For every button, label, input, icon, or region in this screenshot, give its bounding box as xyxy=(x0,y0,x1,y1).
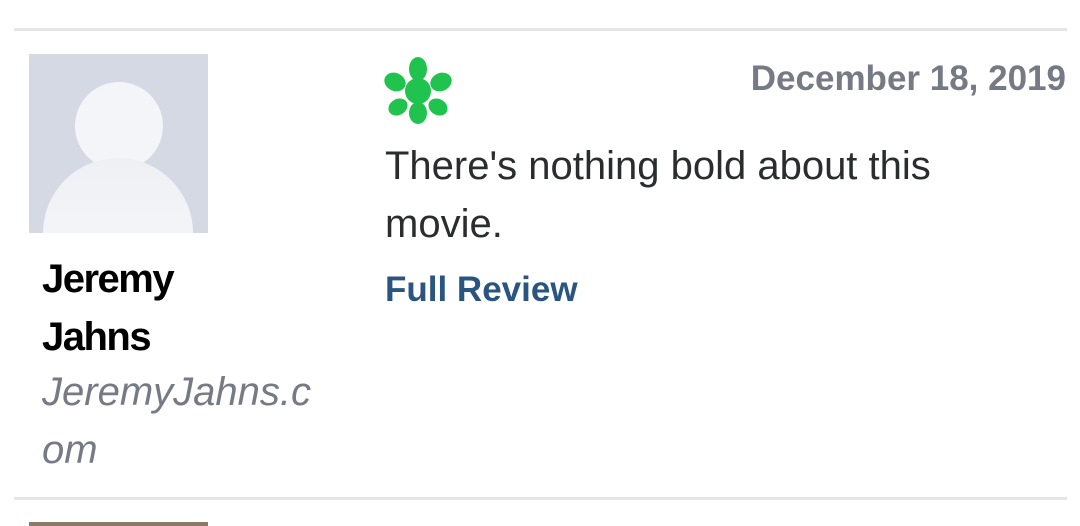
critic-name[interactable]: Jeremy Jahns xyxy=(42,250,242,366)
next-critic-avatar[interactable] xyxy=(29,522,208,526)
review-date: December 18, 2019 xyxy=(750,59,1066,98)
critic-avatar[interactable] xyxy=(29,54,208,233)
rotten-splat-icon xyxy=(384,57,452,124)
avatar-placeholder-head xyxy=(75,82,163,170)
full-review-link[interactable]: Full Review xyxy=(385,268,578,312)
avatar-placeholder-body xyxy=(43,158,193,233)
divider xyxy=(14,497,1067,500)
review-quote: There's nothing bold about this movie. xyxy=(385,144,931,246)
review-card: Jeremy Jahns JeremyJahns.com December 18… xyxy=(0,0,1080,526)
divider xyxy=(14,28,1067,31)
critic-publication[interactable]: JeremyJahns.com xyxy=(42,363,312,479)
